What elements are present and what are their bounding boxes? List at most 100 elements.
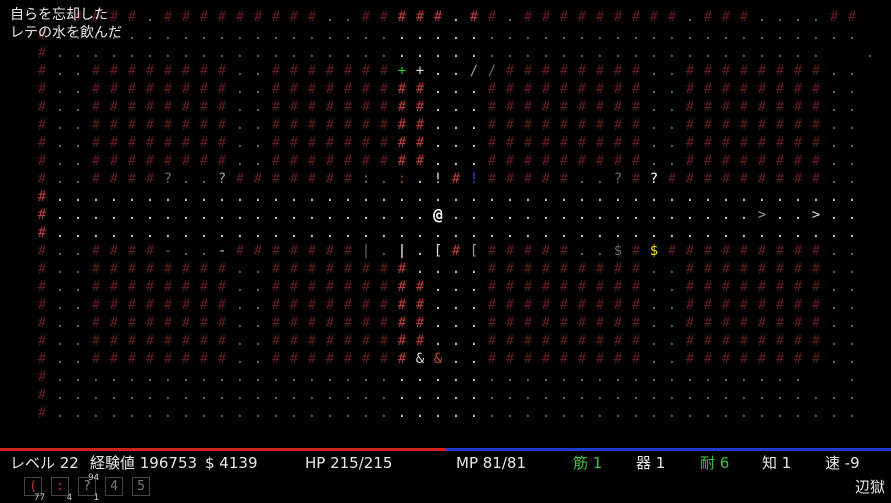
quickslot-4[interactable]: 4 (105, 477, 123, 496)
wall-tile: # (271, 351, 281, 367)
map-object[interactable]: [ (465, 242, 483, 260)
floor-tile: . (451, 297, 461, 313)
floor-tile: . (649, 405, 659, 421)
floor-tile: . (433, 99, 443, 115)
map-object[interactable]: ! (465, 170, 483, 188)
floor-tile: . (55, 369, 65, 385)
floor-tile: . (415, 189, 425, 205)
floor-tile: . (811, 225, 821, 241)
floor-tile: . (451, 45, 461, 61)
map-object[interactable]: ? (213, 170, 231, 188)
map-object[interactable]: : (393, 170, 411, 188)
wall-tile: # (631, 171, 641, 187)
wall-tile: # (37, 225, 47, 241)
wall-tile: # (325, 171, 335, 187)
floor-tile: . (199, 405, 209, 421)
floor-tile: . (829, 63, 839, 79)
wall-tile: # (217, 261, 227, 277)
floor-tile: . (487, 405, 497, 421)
wall-tile: # (37, 369, 47, 385)
floor-tile: . (685, 45, 695, 61)
message-line: レテの水を飲んだ (10, 25, 122, 41)
map-object[interactable]: ? (645, 170, 663, 188)
floor-tile: . (559, 387, 569, 403)
wall-tile: # (379, 81, 389, 97)
floor-tile: . (289, 405, 299, 421)
floor-tile: . (829, 99, 839, 115)
wall-tile: # (109, 333, 119, 349)
map-object[interactable]: > (753, 206, 771, 224)
wall-tile: # (91, 333, 101, 349)
floor-tile: . (199, 45, 209, 61)
wall-tile: # (361, 81, 371, 97)
wall-tile: # (739, 9, 749, 25)
wall-tile: # (703, 297, 713, 313)
wall-tile: # (757, 243, 767, 259)
map-object[interactable]: / (465, 62, 483, 80)
wall-tile: # (541, 9, 551, 25)
wall-tile: # (271, 9, 281, 25)
map-object[interactable]: & (429, 350, 447, 368)
floor-tile: . (667, 261, 677, 277)
wall-tile: # (757, 99, 767, 115)
wall-tile: # (739, 315, 749, 331)
wall-tile: # (145, 261, 155, 277)
floor-tile: : (361, 171, 371, 187)
floor-tile: . (451, 279, 461, 295)
floor-tile: . (829, 81, 839, 97)
wall-tile: # (577, 351, 587, 367)
map-object[interactable]: - (213, 242, 231, 260)
wall-tile: # (811, 297, 821, 313)
wall-tile: # (307, 153, 317, 169)
floor-tile: . (433, 117, 443, 133)
wall-tile: # (397, 99, 407, 115)
quickslot-5[interactable]: 5 (132, 477, 150, 496)
quickslot-2[interactable]: :4 (51, 477, 72, 503)
wall-tile: # (307, 351, 317, 367)
floor-tile: . (451, 387, 461, 403)
wall-tile: # (199, 135, 209, 151)
floor-tile: . (577, 45, 587, 61)
wall-tile: # (199, 99, 209, 115)
map-object[interactable]: | (393, 242, 411, 260)
floor-tile: . (523, 369, 533, 385)
wall-tile: # (271, 315, 281, 331)
wall-tile: # (361, 351, 371, 367)
player-character[interactable]: @ (429, 206, 447, 224)
floor-tile: . (829, 171, 839, 187)
wall-tile: # (163, 315, 173, 331)
floor-tile: . (649, 369, 659, 385)
wall-tile: # (757, 81, 767, 97)
wall-tile: # (685, 135, 695, 151)
wall-tile: # (775, 135, 785, 151)
floor-tile: . (289, 225, 299, 241)
floor-tile: . (649, 135, 659, 151)
wall-tile: # (757, 315, 767, 331)
floor-tile: . (667, 99, 677, 115)
hp-text: HP 215/215 (305, 454, 393, 472)
floor-tile: . (217, 189, 227, 205)
wall-tile: # (775, 315, 785, 331)
quickslot-1[interactable]: (77 (24, 477, 45, 503)
floor-tile: . (253, 261, 263, 277)
wall-tile: # (595, 279, 605, 295)
quickslot-3[interactable]: ? 1 94 (78, 474, 99, 503)
floor-tile: . (505, 27, 515, 43)
floor-tile: . (217, 225, 227, 241)
floor-tile: . (181, 405, 191, 421)
floor-tile: . (595, 225, 605, 241)
wall-tile: # (307, 315, 317, 331)
floor-tile: . (577, 27, 587, 43)
floor-tile: . (73, 63, 83, 79)
floor-tile: . (559, 207, 569, 223)
map-object[interactable]: + (393, 62, 411, 80)
wall-tile: # (811, 81, 821, 97)
map-object[interactable]: $ (645, 242, 663, 260)
floor-tile: . (793, 189, 803, 205)
floor-tile: . (253, 387, 263, 403)
floor-tile: . (217, 369, 227, 385)
wall-tile: # (541, 351, 551, 367)
floor-tile: . (775, 369, 785, 385)
floor-tile: . (181, 387, 191, 403)
dungeon-map[interactable]: # # # #. # # # # # # # # #.. # # # # #. # #. # # # # # # # # #. # # #..… (0, 0, 891, 440)
